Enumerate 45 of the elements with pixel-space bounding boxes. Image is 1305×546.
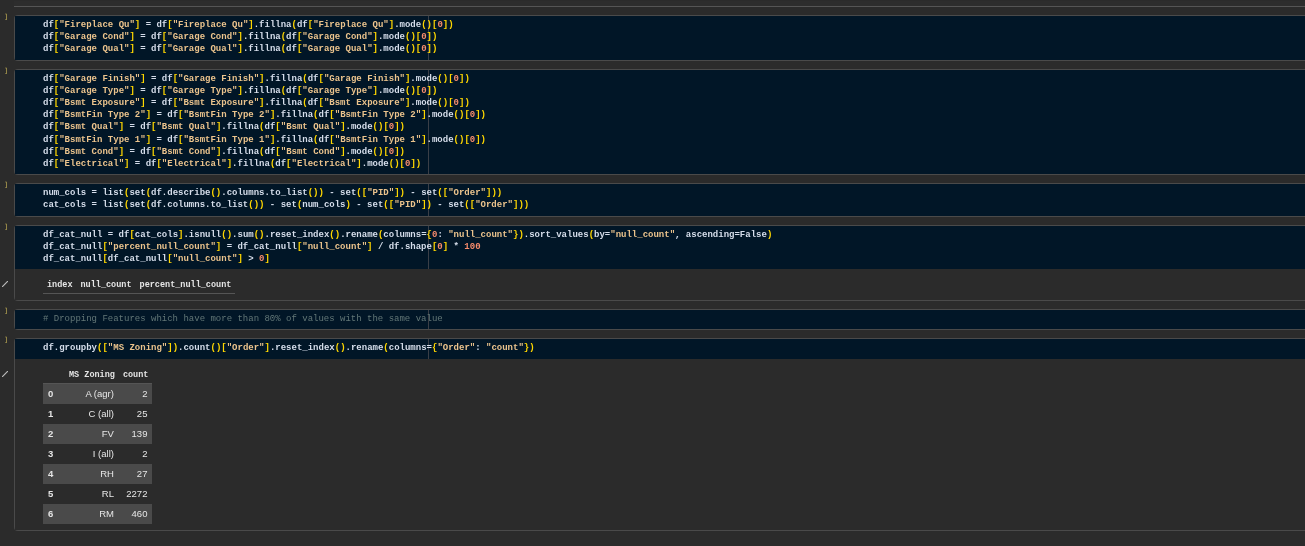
table-cell: 25 [118,403,153,424]
code-line: df["Garage Cond"] = df["Garage Cond"].fillna(df["Garage Cond"].mode()[0]) [43,31,439,44]
table-cell: 460 [118,503,153,524]
code-line: df["BsmtFin Type 2"] = df["BsmtFin Type 2"].fillna(df["BsmtFin Type 2"].mode()[0]) [43,109,487,122]
code-line: df_cat_null = df[cat_cols].isnull().sum().reset_index().rename(columns={0: "null_count"}).sort_values(by="null_count", ascending=False) [43,228,774,241]
code-line: df_cat_null[df_cat_null["null_count"] > 0] [43,253,271,266]
code-line: df["Bsmt Exposure"] = df["Bsmt Exposure"].fillna(df["Bsmt Exposure"].mode()[0]) [43,97,471,110]
code-line: df["Bsmt Qual"] = df["Bsmt Qual"].fillna(df["Bsmt Qual"].mode()[0]) [43,121,406,134]
code-line: df["Fireplace Qu"] = df["Fireplace Qu"].fillna(df["Fireplace Qu"].mode()[0]) [43,19,455,32]
table-cell: C (all) [65,403,119,424]
table-cell: I (all) [65,443,119,464]
table-cell: 139 [118,423,153,444]
code-line: # Dropping Features which have more than 80% of values with the same value [43,313,444,326]
table-cell: 0 [43,383,65,404]
code-line: df["Bsmt Cond"] = df["Bsmt Cond"].fillna(df["Bsmt Cond"].mode()[0]) [43,145,406,159]
table-cell: 5 [43,483,65,504]
code-line: df_cat_null["percent_null_count"] = df_cat_null["null_count"] / df.shape[0] * 100 [43,240,482,254]
table-cell: 27 [118,463,153,484]
code-line: num_cols = list(set(df.describe().columns.to_list()) - set(["PID"]) - set(["Order"])) [43,187,504,200]
table-cell: 6 [43,503,65,524]
code-line: df["Garage Finish"] = df["Garage Finish"].fillna(df["Garage Finish"].mode()[0]) [43,72,471,85]
column-header: MS Zoning [69,369,115,380]
column-header: count [122,369,149,380]
code-line: df["BsmtFin Type 1"] = df["BsmtFin Type 1"].fillna(df["BsmtFin Type 1"].mode()[0]) [43,133,487,146]
code-line: df["Garage Qual"] = df["Garage Qual"].fillna(df["Garage Qual"].mode()[0]) [43,43,439,56]
table-cell: RL [65,483,119,504]
table-cell: 2 [43,423,65,444]
table-cell: 2 [118,443,153,464]
table-cell: 2272 [118,483,153,504]
code-cell[interactable]: num_cols = list(set(df.describe().columns.to_list()) - set(["PID"]) - set(["Order"])) cat_cols = list(set(df.columns.to_list()) - set(num_cols) - set(["PID"]) - set(["Order"])) [14,183,1305,217]
table-cell: 1 [43,403,65,424]
column-header: index [47,280,73,291]
code-cell[interactable]: # Dropping Features which have more than 80% of values with the same value [14,309,1305,331]
code-line: df["Garage Type"] = df["Garage Type"].fillna(df["Garage Type"].mode()[0]) [43,84,439,97]
code-line: df["Electrical"] = df["Electrical"].fillna(df["Electrical"].mode()[0]) [43,158,423,171]
column-header: percent_null_count [139,280,232,291]
table-cell: A (agr) [65,383,119,404]
code-line: df.groupby(["MS Zoning"]).count()["Order"].reset_index().rename(columns={"Order": "count"}) [43,342,536,355]
column-header: null_count [80,280,132,291]
table-cell: RH [65,463,119,484]
table-cell: 4 [43,463,65,484]
table-cell: RM [65,503,119,524]
table-cell: FV [65,423,119,444]
code-line: cat_cols = list(set(df.columns.to_list()) - set(num_cols) - set(["PID"]) - set(["Order"])) [43,199,531,212]
table-cell: 3 [43,443,65,464]
